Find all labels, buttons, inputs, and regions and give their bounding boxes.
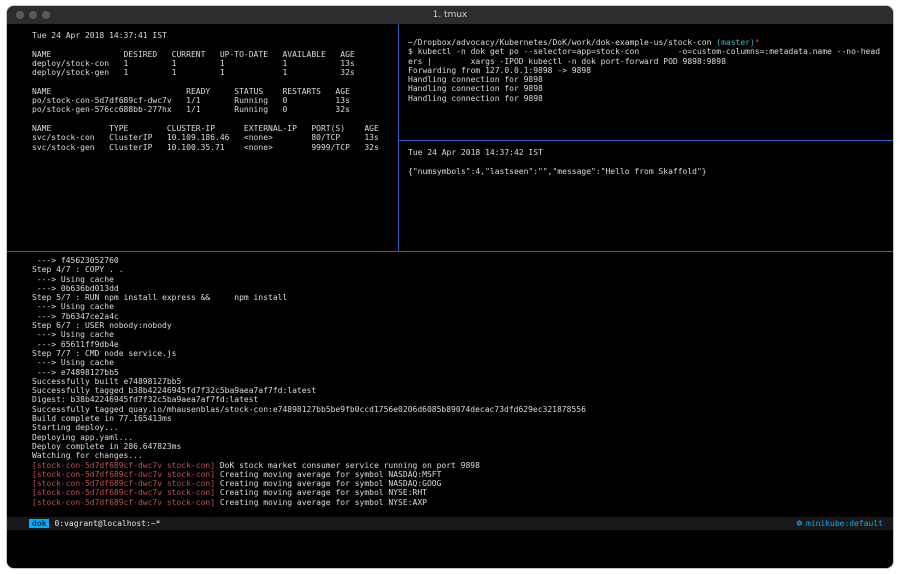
- terminal-line: Step 6/7 : USER nobody:nobody: [32, 321, 893, 330]
- terminal-line: ---> Using cache: [32, 302, 893, 311]
- tmux-session: Tue 24 Apr 2018 14:37:41 IST NAME DESIRED…: [7, 24, 893, 568]
- terminal-line: Deploying app.yaml...: [32, 433, 893, 442]
- titlebar[interactable]: 1. tmux: [7, 6, 893, 24]
- terminal-line: Deploy complete in 286.647823ms: [32, 442, 893, 451]
- terminal-line: Handling connection for 9898: [408, 94, 893, 103]
- terminal-line: ~/Dropbox/advocacy/Kubernetes/DoK/work/d…: [408, 38, 893, 47]
- pane-port-forward[interactable]: ~/Dropbox/advocacy/Kubernetes/DoK/work/d…: [399, 24, 893, 140]
- terminal-line: NAME TYPE CLUSTER-IP EXTERNAL-IP PORT(S)…: [32, 124, 398, 133]
- terminal-line: ---> 0b636bd013dd: [32, 284, 893, 293]
- terminal-window: 1. tmux Tue 24 Apr 2018 14:37:41 IST NAME…: [7, 6, 893, 568]
- kube-context-label: minikube:default: [806, 519, 883, 528]
- terminal-line: Starting deploy...: [32, 423, 893, 432]
- window-controls: [16, 6, 50, 24]
- terminal-line: ---> e74898127bb5: [32, 368, 893, 377]
- pane-skaffold-dev[interactable]: ---> f45623052760Step 4/7 : COPY . . ---…: [7, 252, 893, 516]
- pane-kubectl-watch[interactable]: Tue 24 Apr 2018 14:37:41 IST NAME DESIRED…: [7, 24, 398, 251]
- terminal-line: ---> 7b6347ce2a4c: [32, 312, 893, 321]
- terminal-line: [stock-con-5d7df689cf-dwc7v stock-con] D…: [32, 461, 893, 470]
- terminal-line: svc/stock-con ClusterIP 10.109.186.46 <n…: [32, 133, 398, 142]
- terminal-line: po/stock-gen-576cc688bb-277hx 1/1 Runnin…: [32, 105, 398, 114]
- terminal-line: deploy/stock-gen 1 1 1 1 32s: [32, 68, 398, 77]
- window-list-item-current[interactable]: 0:vagrant@localhost:~*: [54, 519, 160, 528]
- terminal-line: [stock-con-5d7df689cf-dwc7v stock-con] C…: [32, 470, 893, 479]
- terminal-line: [stock-con-5d7df689cf-dwc7v stock-con] C…: [32, 479, 893, 488]
- terminal-line: $ kubectl -n dok get po --selector=app=s…: [408, 47, 893, 56]
- terminal-line: Digest: b38b42246945fd7f32c5ba9aea7af7fd…: [32, 395, 893, 404]
- terminal-line: Forwarding from 127.0.0.1:9898 -> 9898: [408, 66, 893, 75]
- terminal-line: Step 7/7 : CMD node service.js: [32, 349, 893, 358]
- window-title: 1. tmux: [433, 10, 468, 20]
- pane-service-response[interactable]: Tue 24 Apr 2018 14:37:42 IST {"numsymbols…: [399, 141, 893, 251]
- terminal-line: [stock-con-5d7df689cf-dwc7v stock-con] C…: [32, 488, 893, 497]
- terminal-line: ---> 65611ff9db4e: [32, 340, 893, 349]
- terminal-line: Tue 24 Apr 2018 14:37:41 IST: [32, 31, 398, 40]
- terminal-line: [32, 77, 398, 86]
- terminal-line: [stock-con-5d7df689cf-dwc7v stock-con] C…: [32, 498, 893, 507]
- terminal-line: svc/stock-gen ClusterIP 10.100.35.71 <no…: [32, 143, 398, 152]
- terminal-line: Successfully built e74898127bb5: [32, 377, 893, 386]
- terminal-line: {"numsymbols":4,"lastseen":"","message":…: [408, 167, 893, 176]
- terminal-line: Watching for changes...: [32, 451, 893, 460]
- kubernetes-icon: ☸: [796, 519, 803, 528]
- terminal-line: Successfully tagged b38b42246945fd7f32c5…: [32, 386, 893, 395]
- terminal-line: ---> Using cache: [32, 358, 893, 367]
- terminal-line: [32, 115, 398, 124]
- terminal-line: NAME DESIRED CURRENT UP-TO-DATE AVAILABL…: [32, 50, 398, 59]
- terminal-line: [408, 157, 893, 166]
- terminal-line: Handling connection for 9898: [408, 75, 893, 84]
- terminal-line: Build complete in 77.165413ms: [32, 414, 893, 423]
- terminal-line: Successfully tagged quay.io/mhausenblas/…: [32, 405, 893, 414]
- zoom-button[interactable]: [42, 11, 50, 19]
- minimize-button[interactable]: [29, 11, 37, 19]
- terminal-line: ---> Using cache: [32, 275, 893, 284]
- terminal-line: Tue 24 Apr 2018 14:37:42 IST: [408, 148, 893, 157]
- terminal-line: Step 4/7 : COPY . .: [32, 265, 893, 274]
- tmux-status-bar: dok 0:vagrant@localhost:~* ☸ minikube:de…: [7, 517, 893, 530]
- terminal-line: ---> Using cache: [32, 330, 893, 339]
- terminal-line: Step 5/7 : RUN npm install express && np…: [32, 293, 893, 302]
- terminal-line: ers | xargs -IPOD kubectl -n dok port-fo…: [408, 57, 893, 66]
- close-button[interactable]: [16, 11, 24, 19]
- terminal-line: [32, 40, 398, 49]
- terminal-line: Handling connection for 9898: [408, 84, 893, 93]
- terminal-line: po/stock-con-5d7df689cf-dwc7v 1/1 Runnin…: [32, 96, 398, 105]
- terminal-line: deploy/stock-con 1 1 1 1 13s: [32, 59, 398, 68]
- session-name-badge[interactable]: dok: [29, 519, 49, 528]
- terminal-line: NAME READY STATUS RESTARTS AGE: [32, 87, 398, 96]
- terminal-line: ---> f45623052760: [32, 256, 893, 265]
